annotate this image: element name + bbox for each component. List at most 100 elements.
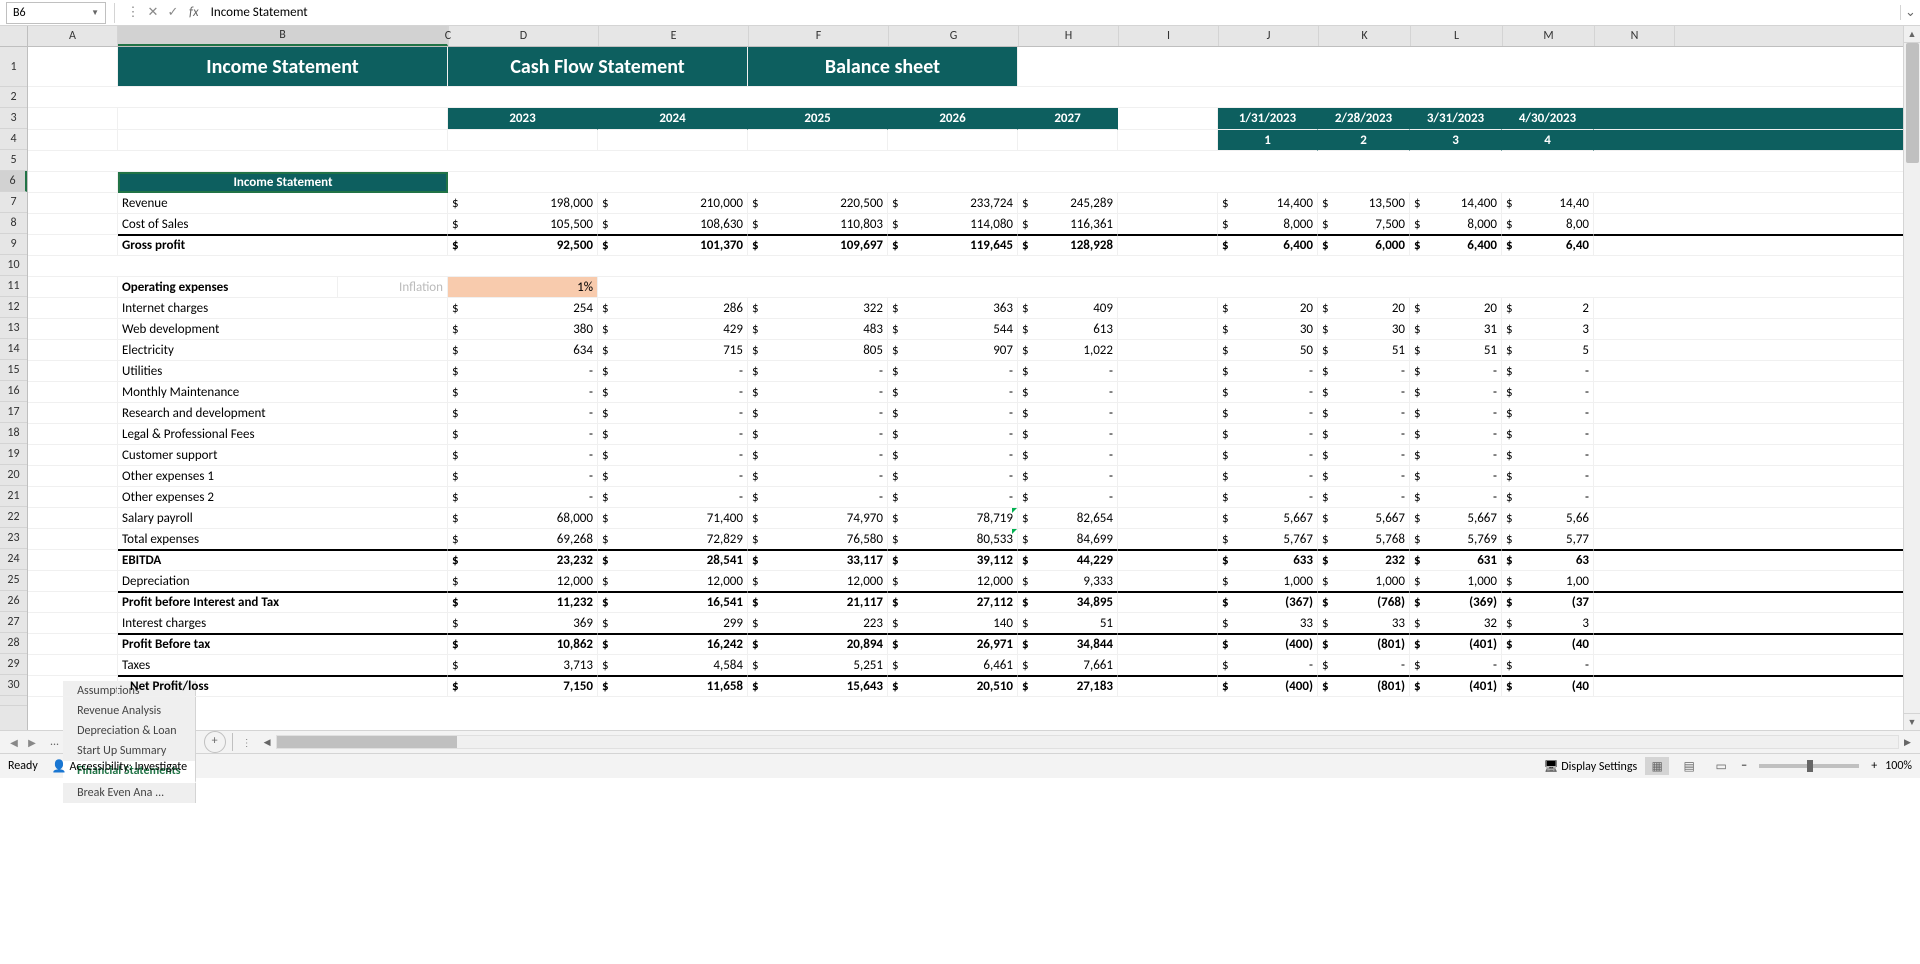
page-layout-button[interactable]: ▤: [1677, 757, 1701, 775]
cell[interactable]: [28, 108, 118, 130]
cell-cos-y0[interactable]: $105,500: [448, 214, 598, 235]
cell-tax-m2[interactable]: $-: [1410, 655, 1502, 676]
cell[interactable]: [1594, 214, 1920, 235]
cell-elec-m3[interactable]: $5: [1502, 340, 1594, 361]
cell-legal-m3[interactable]: $-: [1502, 424, 1594, 445]
cell-salary-m3[interactable]: $5,66: [1502, 508, 1594, 529]
cell-pbit-m1[interactable]: $(768): [1318, 592, 1410, 613]
cell-cust-m2[interactable]: $-: [1410, 445, 1502, 466]
cell-dep-y3[interactable]: $12,000: [888, 571, 1018, 592]
cell[interactable]: [448, 172, 1920, 193]
cell[interactable]: [28, 571, 118, 592]
cell-gp-m1[interactable]: $6,000: [1318, 235, 1410, 256]
row-header-8[interactable]: 8: [0, 213, 27, 234]
cell[interactable]: [1118, 214, 1218, 235]
cell[interactable]: [1118, 466, 1218, 487]
col-header-E[interactable]: E: [599, 26, 749, 46]
tab-overflow[interactable]: ...: [46, 735, 63, 749]
cell[interactable]: [1118, 529, 1218, 550]
cell-tax-y0[interactable]: $3,713: [448, 655, 598, 676]
cell-pbt-m2[interactable]: $(401): [1410, 634, 1502, 655]
row-header-30[interactable]: 30: [0, 675, 27, 696]
cell-cos-m1[interactable]: $7,500: [1318, 214, 1410, 235]
cell-webdev-y1[interactable]: $429: [598, 319, 748, 340]
month-num-4[interactable]: 4: [1502, 130, 1594, 151]
cell-internet-m3[interactable]: $2: [1502, 298, 1594, 319]
cell-int-m0[interactable]: $33: [1218, 613, 1318, 634]
cell-oth2-y1[interactable]: $-: [598, 487, 748, 508]
cell[interactable]: [1594, 319, 1920, 340]
tab-cash-flow[interactable]: Cash Flow Statement: [448, 47, 748, 87]
row-header-22[interactable]: 22: [0, 507, 27, 528]
cell[interactable]: [1118, 382, 1218, 403]
cell-webdev-m0[interactable]: $30: [1218, 319, 1318, 340]
cell[interactable]: [28, 361, 118, 382]
month-num-1[interactable]: 1: [1218, 130, 1318, 151]
scrollbar-thumb[interactable]: [1906, 43, 1919, 163]
cell-util-y4[interactable]: $-: [1018, 361, 1118, 382]
cell-totex-m1[interactable]: $5,768: [1318, 529, 1410, 550]
label-salary[interactable]: Salary payroll: [118, 508, 448, 529]
row-header-23[interactable]: 23: [0, 528, 27, 549]
cell[interactable]: [28, 256, 1920, 277]
zoom-out-button[interactable]: −: [1741, 759, 1747, 773]
col-header-J[interactable]: J: [1219, 26, 1319, 46]
cell-ebitda-y4[interactable]: $44,229: [1018, 550, 1118, 571]
row-header-28[interactable]: 28: [0, 633, 27, 654]
cell[interactable]: [28, 550, 118, 571]
cell-rnd-y0[interactable]: $-: [448, 403, 598, 424]
cell-util-m3[interactable]: $-: [1502, 361, 1594, 382]
cell[interactable]: [28, 382, 118, 403]
cell-elec-m1[interactable]: $51: [1318, 340, 1410, 361]
row-header-10[interactable]: 10: [0, 255, 27, 276]
cell-cos-m0[interactable]: $8,000: [1218, 214, 1318, 235]
select-all-corner[interactable]: [0, 26, 28, 46]
cell-totex-y0[interactable]: $69,268: [448, 529, 598, 550]
cell[interactable]: [1118, 108, 1218, 130]
cell-webdev-y3[interactable]: $544: [888, 319, 1018, 340]
cell[interactable]: [28, 613, 118, 634]
cell[interactable]: [28, 340, 118, 361]
cell-legal-y3[interactable]: $-: [888, 424, 1018, 445]
new-sheet-button[interactable]: +: [204, 731, 226, 753]
row-header-20[interactable]: 20: [0, 465, 27, 486]
cell-maint-m0[interactable]: $-: [1218, 382, 1318, 403]
cell[interactable]: [28, 235, 118, 256]
row-header-19[interactable]: 19: [0, 444, 27, 465]
label-totex[interactable]: Total expenses: [118, 529, 448, 550]
cell[interactable]: [1594, 466, 1920, 487]
cell[interactable]: [28, 151, 1920, 172]
cell-gp-m3[interactable]: $6,40: [1502, 235, 1594, 256]
formula-content[interactable]: Income Statement: [205, 3, 1900, 22]
cell-cust-m1[interactable]: $-: [1318, 445, 1410, 466]
cell-salary-y1[interactable]: $71,400: [598, 508, 748, 529]
cell[interactable]: [118, 108, 448, 130]
confirm-icon[interactable]: ✓: [163, 5, 183, 20]
cell-rnd-y1[interactable]: $-: [598, 403, 748, 424]
label-internet[interactable]: Internet charges: [118, 298, 448, 319]
cell-webdev-y0[interactable]: $380: [448, 319, 598, 340]
cell[interactable]: [1118, 508, 1218, 529]
label-legal[interactable]: Legal & Professional Fees: [118, 424, 448, 445]
cell-rnd-y2[interactable]: $-: [748, 403, 888, 424]
cell-rnd-m1[interactable]: $-: [1318, 403, 1410, 424]
cell-util-y0[interactable]: $-: [448, 361, 598, 382]
cell[interactable]: [28, 47, 118, 87]
cell-pbit-y1[interactable]: $16,541: [598, 592, 748, 613]
cell[interactable]: [1018, 47, 1920, 87]
cell-gp-m0[interactable]: $6,400: [1218, 235, 1318, 256]
row-header-15[interactable]: 15: [0, 360, 27, 381]
cell-cust-y1[interactable]: $-: [598, 445, 748, 466]
cell-oth2-y2[interactable]: $-: [748, 487, 888, 508]
cell[interactable]: [28, 487, 118, 508]
col-header-M[interactable]: M: [1503, 26, 1595, 46]
label-pbit[interactable]: Profit before Interest and Tax: [118, 592, 448, 613]
cell-maint-m3[interactable]: $-: [1502, 382, 1594, 403]
scroll-left-icon[interactable]: ◀: [259, 737, 276, 748]
cell-cos-m3[interactable]: $8,00: [1502, 214, 1594, 235]
cell-salary-y4[interactable]: $82,654: [1018, 508, 1118, 529]
cell-maint-y3[interactable]: $-: [888, 382, 1018, 403]
label-int[interactable]: Interest charges: [118, 613, 448, 634]
cell-dep-y0[interactable]: $12,000: [448, 571, 598, 592]
cell[interactable]: [28, 508, 118, 529]
